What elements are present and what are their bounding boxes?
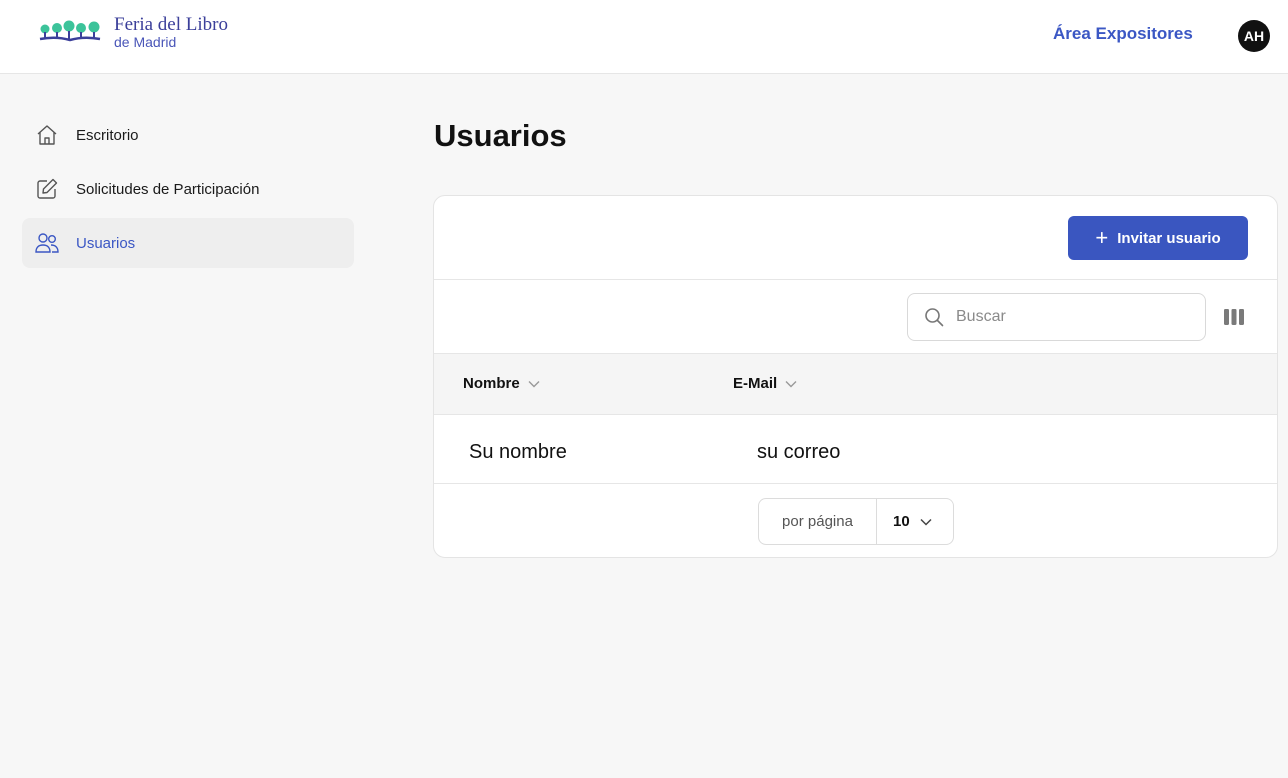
column-header-nombre[interactable]: Nombre: [463, 375, 540, 392]
per-page-select[interactable]: 10: [877, 499, 953, 544]
logo[interactable]: Feria del Libro de Madrid: [38, 14, 228, 49]
sidebar-item-label: Escritorio: [76, 126, 139, 144]
users-table-card: + Invitar usuario Nombre E-Mail Su nom: [433, 195, 1278, 558]
search-box[interactable]: [907, 293, 1206, 341]
card-header: + Invitar usuario: [434, 196, 1277, 280]
users-icon: [34, 230, 60, 256]
column-header-email[interactable]: E-Mail: [733, 375, 797, 392]
cell-nombre: Su nombre: [469, 441, 567, 463]
table-header: Nombre E-Mail: [434, 354, 1277, 415]
table-row[interactable]: Su nombre su correo: [434, 415, 1277, 484]
top-bar: Feria del Libro de Madrid Área Expositor…: [0, 0, 1288, 74]
search-input[interactable]: [956, 308, 1186, 326]
avatar[interactable]: AH: [1238, 20, 1270, 52]
chevron-down-icon: [528, 380, 540, 387]
logo-trees-icon: [39, 20, 101, 42]
column-header-label: E-Mail: [733, 375, 778, 392]
sidebar-item-label: Solicitudes de Participación: [76, 180, 260, 198]
area-expositores-link[interactable]: Área Expositores: [1053, 24, 1193, 44]
columns-toggle-icon[interactable]: [1223, 307, 1245, 327]
per-page-value: 10: [893, 513, 910, 530]
sidebar-item-usuarios[interactable]: Usuarios: [22, 218, 354, 268]
sidebar-item-label: Usuarios: [76, 234, 136, 252]
home-icon: [34, 122, 60, 148]
chevron-down-icon: [920, 518, 932, 526]
chevron-down-icon: [785, 380, 797, 387]
edit-icon: [34, 176, 60, 202]
pagination: por página 10: [434, 484, 1277, 556]
table-toolbar: [434, 280, 1277, 354]
logo-subtitle: de Madrid: [114, 34, 177, 50]
page-title: Usuarios: [434, 118, 567, 153]
invite-user-label: Invitar usuario: [1117, 229, 1221, 247]
search-icon: [925, 308, 944, 327]
per-page-label: por página: [759, 499, 877, 544]
plus-icon: +: [1095, 225, 1109, 250]
invite-user-button[interactable]: + Invitar usuario: [1068, 216, 1248, 260]
per-page-control: por página 10: [758, 498, 954, 545]
sidebar-item-escritorio[interactable]: Escritorio: [22, 110, 354, 160]
column-header-label: Nombre: [463, 375, 520, 392]
sidebar-item-solicitudes[interactable]: Solicitudes de Participación: [22, 164, 354, 214]
sidebar: Escritorio Solicitudes de Participación …: [22, 110, 354, 272]
logo-title: Feria del Libro: [114, 14, 228, 35]
cell-email: su correo: [757, 441, 841, 463]
